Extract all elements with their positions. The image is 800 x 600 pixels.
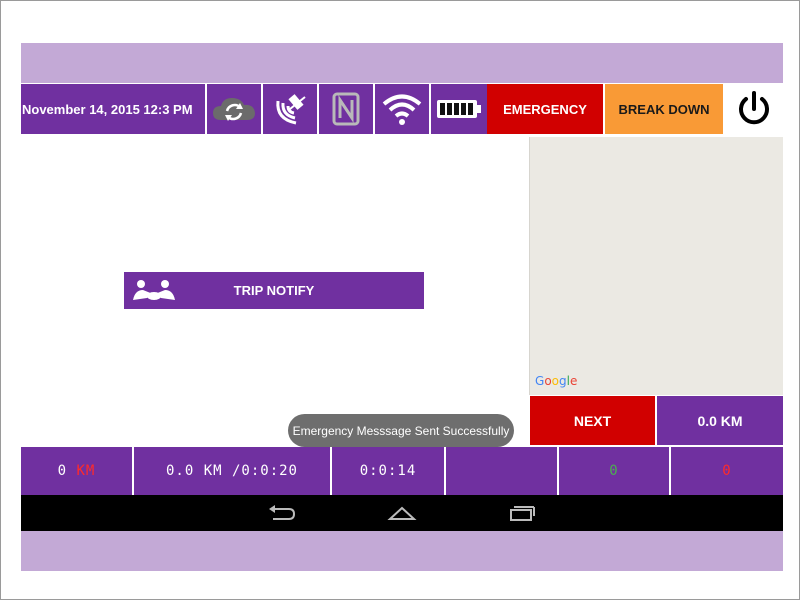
- next-button[interactable]: NEXT: [530, 396, 655, 445]
- back-icon: [269, 505, 296, 520]
- trip-notify-label: TRIP NOTIFY: [233, 283, 315, 298]
- gps-signal-icon[interactable]: [263, 84, 319, 134]
- datetime-display: November 14, 2015 12:3 PM: [21, 84, 207, 134]
- info-red-counter: 0: [671, 447, 783, 495]
- android-nav-bar: [21, 495, 783, 531]
- info-distance-value: 0: [57, 463, 68, 479]
- sync-cloud-icon[interactable]: [207, 84, 263, 134]
- info-time-cell: 0:0:14: [332, 447, 446, 495]
- info-bar: 0 KM 0.0 KM /0:0:20 0:0:14 0 0: [21, 447, 783, 495]
- wifi-icon[interactable]: [375, 84, 431, 134]
- top-band: [21, 43, 783, 83]
- toast-message: Emergency Messsage Sent Successfully: [288, 414, 514, 447]
- home-icon: [387, 506, 417, 520]
- info-distance-unit: KM: [76, 463, 96, 479]
- trip-notify-button[interactable]: TRIP NOTIFY: [124, 272, 424, 309]
- power-icon: [739, 91, 769, 125]
- recents-button[interactable]: [462, 495, 582, 531]
- info-distance-cell: 0 KM: [21, 447, 134, 495]
- distance-display: 0.0 KM: [657, 396, 783, 445]
- status-bar: November 14, 2015 12:3 PM EMERGENCY BREA…: [21, 84, 783, 134]
- info-blank-cell: [446, 447, 559, 495]
- breakdown-button[interactable]: BREAK DOWN: [605, 84, 725, 134]
- battery-icon: [431, 84, 487, 134]
- google-attribution: Google: [535, 374, 578, 388]
- info-trip-cell: 0.0 KM /0:0:20: [134, 447, 332, 495]
- back-button[interactable]: [222, 495, 342, 531]
- bottom-band: [21, 531, 783, 571]
- recents-icon: [510, 506, 535, 521]
- map-view[interactable]: Google: [529, 137, 783, 395]
- handshake-icon: [124, 272, 184, 309]
- emergency-button[interactable]: EMERGENCY: [487, 84, 605, 134]
- info-green-counter: 0: [559, 447, 671, 495]
- nfc-icon[interactable]: [319, 84, 375, 134]
- power-button[interactable]: [725, 84, 783, 134]
- home-button[interactable]: [342, 495, 462, 531]
